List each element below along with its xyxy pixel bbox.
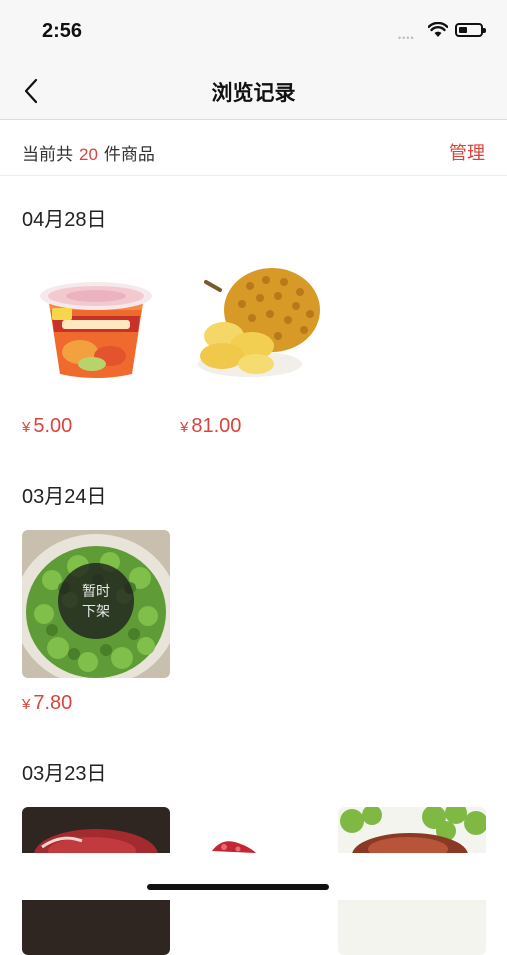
currency-symbol: ¥ [22, 419, 31, 436]
manage-button[interactable]: 管理 [449, 139, 485, 165]
product-image-greens[interactable]: 暂时 下架 [22, 530, 170, 678]
currency-symbol: ¥ [22, 696, 31, 713]
count-prefix: 当前共 [22, 145, 73, 164]
home-indicator[interactable] [147, 884, 329, 890]
page-title: 浏览记录 [211, 82, 296, 105]
offline-badge-line2: 下架 [82, 603, 110, 619]
cellular-signal-icon: •••• [398, 33, 415, 43]
item-count: 20 [79, 145, 98, 164]
offline-badge-line1: 暂时 [82, 583, 110, 599]
date-header: 03月24日 [22, 486, 107, 508]
currency-symbol: ¥ [180, 419, 189, 436]
product-image-noodle-cup[interactable] [22, 252, 170, 400]
count-suffix: 件商品 [103, 145, 155, 164]
price-value: 7.80 [33, 692, 73, 714]
summary-bar: 当前共 20 件商品 管理 [0, 120, 507, 176]
date-header: 03月23日 [22, 763, 107, 785]
nav-bar: 浏览记录 [0, 62, 507, 120]
product-price: ¥7.80 [22, 692, 72, 715]
product-price: ¥5.00 [22, 415, 72, 438]
home-indicator-area [0, 853, 507, 900]
wifi-icon [428, 22, 448, 37]
item-count-text: 当前共 20 件商品 [22, 140, 155, 165]
noodle-cup-icon [22, 252, 170, 400]
offline-badge: 暂时 下架 [58, 563, 134, 639]
status-bar: 2:56 •••• [0, 0, 507, 62]
price-value: 81.00 [191, 415, 242, 437]
date-header: 04月28日 [22, 209, 107, 231]
status-time: 2:56 [42, 20, 83, 42]
product-image-durian[interactable] [180, 252, 328, 400]
product-price: ¥81.00 [180, 415, 241, 438]
battery-icon [455, 23, 486, 37]
durian-icon [180, 252, 328, 400]
price-value: 5.00 [33, 415, 73, 437]
